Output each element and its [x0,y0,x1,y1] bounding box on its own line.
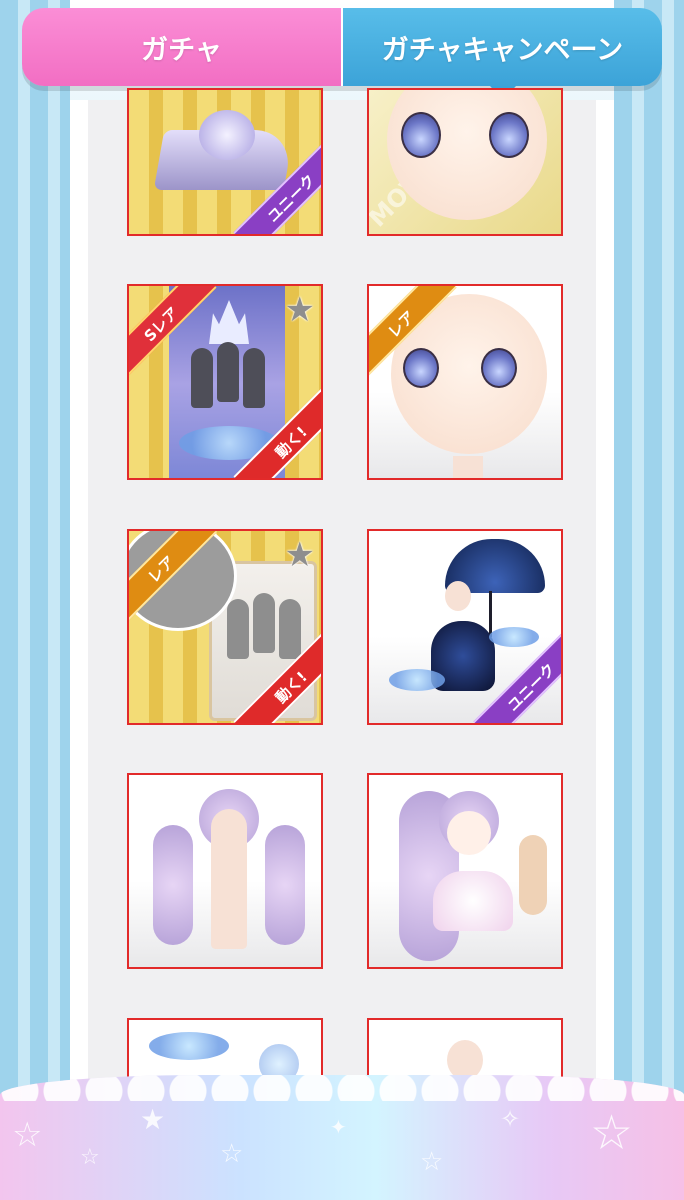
sparkle-star-icon: ☆ [80,1145,100,1170]
sparkle-star-icon: ☆ [590,1105,634,1161]
tab-gacha-campaign-label: ガチャキャンペーン [381,34,624,66]
avatar-silhouette [217,342,239,402]
tab-bar: ガチャ ガチャキャンペーン [22,8,662,100]
left-eye [403,348,439,388]
sparkle-star-icon: ☆ [12,1115,43,1155]
cloud-decoration [149,1032,229,1060]
avatar-silhouette [243,348,265,408]
tab-gacha-label: ガチャ [141,34,222,66]
gacha-item-4[interactable]: レア [367,284,563,480]
left-striped-frame [0,0,70,1200]
avatar-body [211,809,247,949]
footer-wave [0,1075,684,1101]
sparkle-star-icon: ✧ [500,1105,521,1133]
sparkle-star-icon: ☆ [420,1147,444,1177]
gacha-item-8[interactable] [367,773,563,969]
sparkle-star-icon: ★ [140,1103,166,1136]
avatar-silhouette [253,593,275,653]
umbrella-handle [489,591,492,637]
cloud-decoration [489,627,539,647]
neck-shape [453,456,483,478]
gacha-item-7[interactable] [127,773,323,969]
star-icon[interactable]: ★ [285,290,315,330]
gacha-item-2[interactable]: MOVE MOVE [367,88,563,236]
avatar-silhouette [227,599,249,659]
gacha-item-3[interactable]: Sレア 動く! ★ [127,284,323,480]
dress-illustration [433,871,513,931]
sparkle-footer: ☆ ☆ ★ ☆ ✦ ☆ ✧ ☆ [0,1075,684,1200]
avatar-head [447,1040,483,1080]
right-striped-frame [614,0,684,1200]
storybook-figure [199,110,255,160]
avatar-silhouette [191,348,213,408]
right-eye [481,348,517,388]
cloud-decoration [389,669,445,691]
tab-gacha[interactable]: ガチャ [22,8,341,86]
mannequin-illustration [519,835,547,915]
avatar-head [445,581,471,611]
braid-left [153,825,193,945]
tab-gacha-campaign[interactable]: ガチャキャンペーン [341,8,662,100]
sparkle-star-icon: ✦ [330,1115,347,1139]
star-icon[interactable]: ★ [285,535,315,575]
avatar-silhouette [279,599,301,659]
avatar-face [447,811,491,855]
sparkle-star-icon: ☆ [220,1139,244,1169]
gacha-item-5[interactable]: レア 動く! ★ [127,529,323,725]
right-eye [489,112,529,158]
gacha-item-1[interactable]: ユニーク [127,88,323,236]
gacha-item-6[interactable]: ユニーク [367,529,563,725]
braid-right [265,825,305,945]
left-eye [401,112,441,158]
